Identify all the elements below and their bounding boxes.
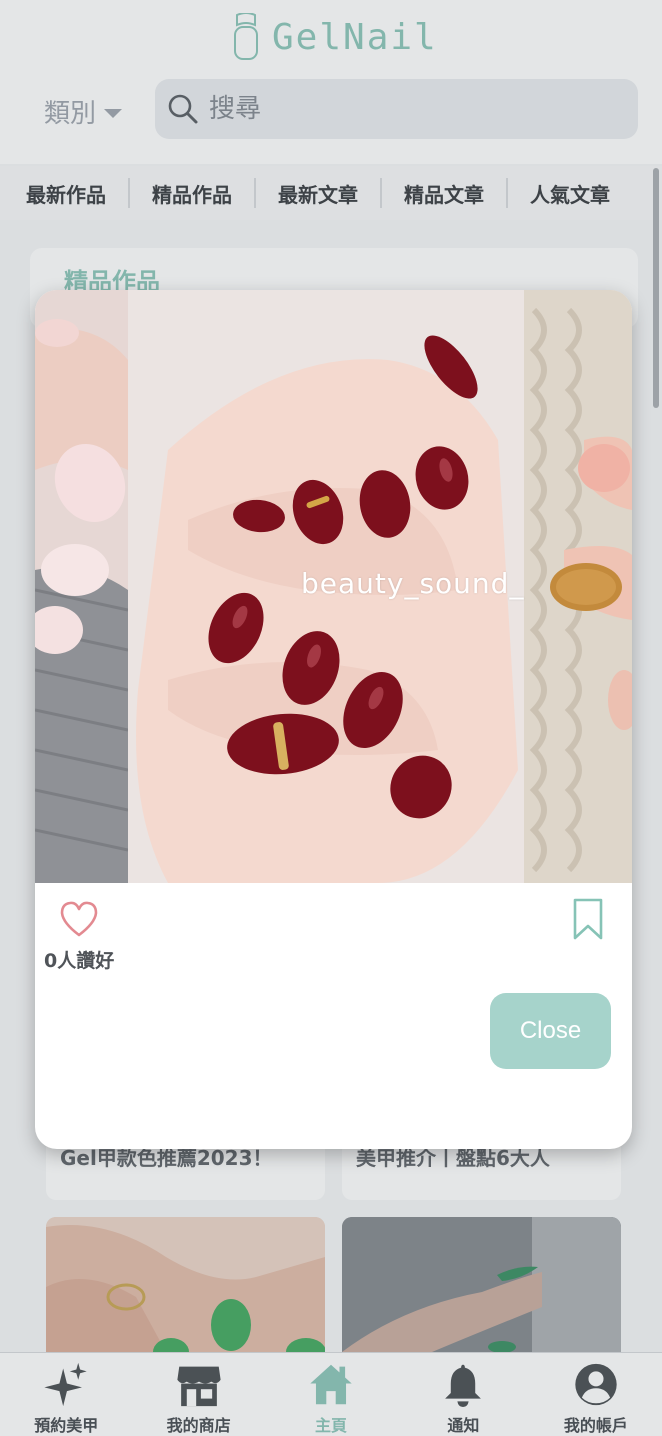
post-detail-modal: beauty_sound_ 0人讚好 Close bbox=[35, 290, 632, 1149]
pink-nails-image bbox=[35, 290, 128, 883]
carousel-slide-next[interactable] bbox=[524, 290, 632, 883]
bookmark-icon[interactable] bbox=[572, 897, 604, 941]
heart-icon[interactable] bbox=[59, 900, 99, 938]
carousel-slide-prev[interactable] bbox=[35, 290, 128, 883]
likes-count: 0人讚好 bbox=[44, 950, 115, 972]
image-carousel[interactable]: beauty_sound_ bbox=[35, 290, 632, 883]
image-watermark: beauty_sound_ bbox=[301, 567, 525, 600]
gold-nails-image bbox=[524, 290, 632, 883]
close-button[interactable]: Close bbox=[490, 993, 611, 1069]
